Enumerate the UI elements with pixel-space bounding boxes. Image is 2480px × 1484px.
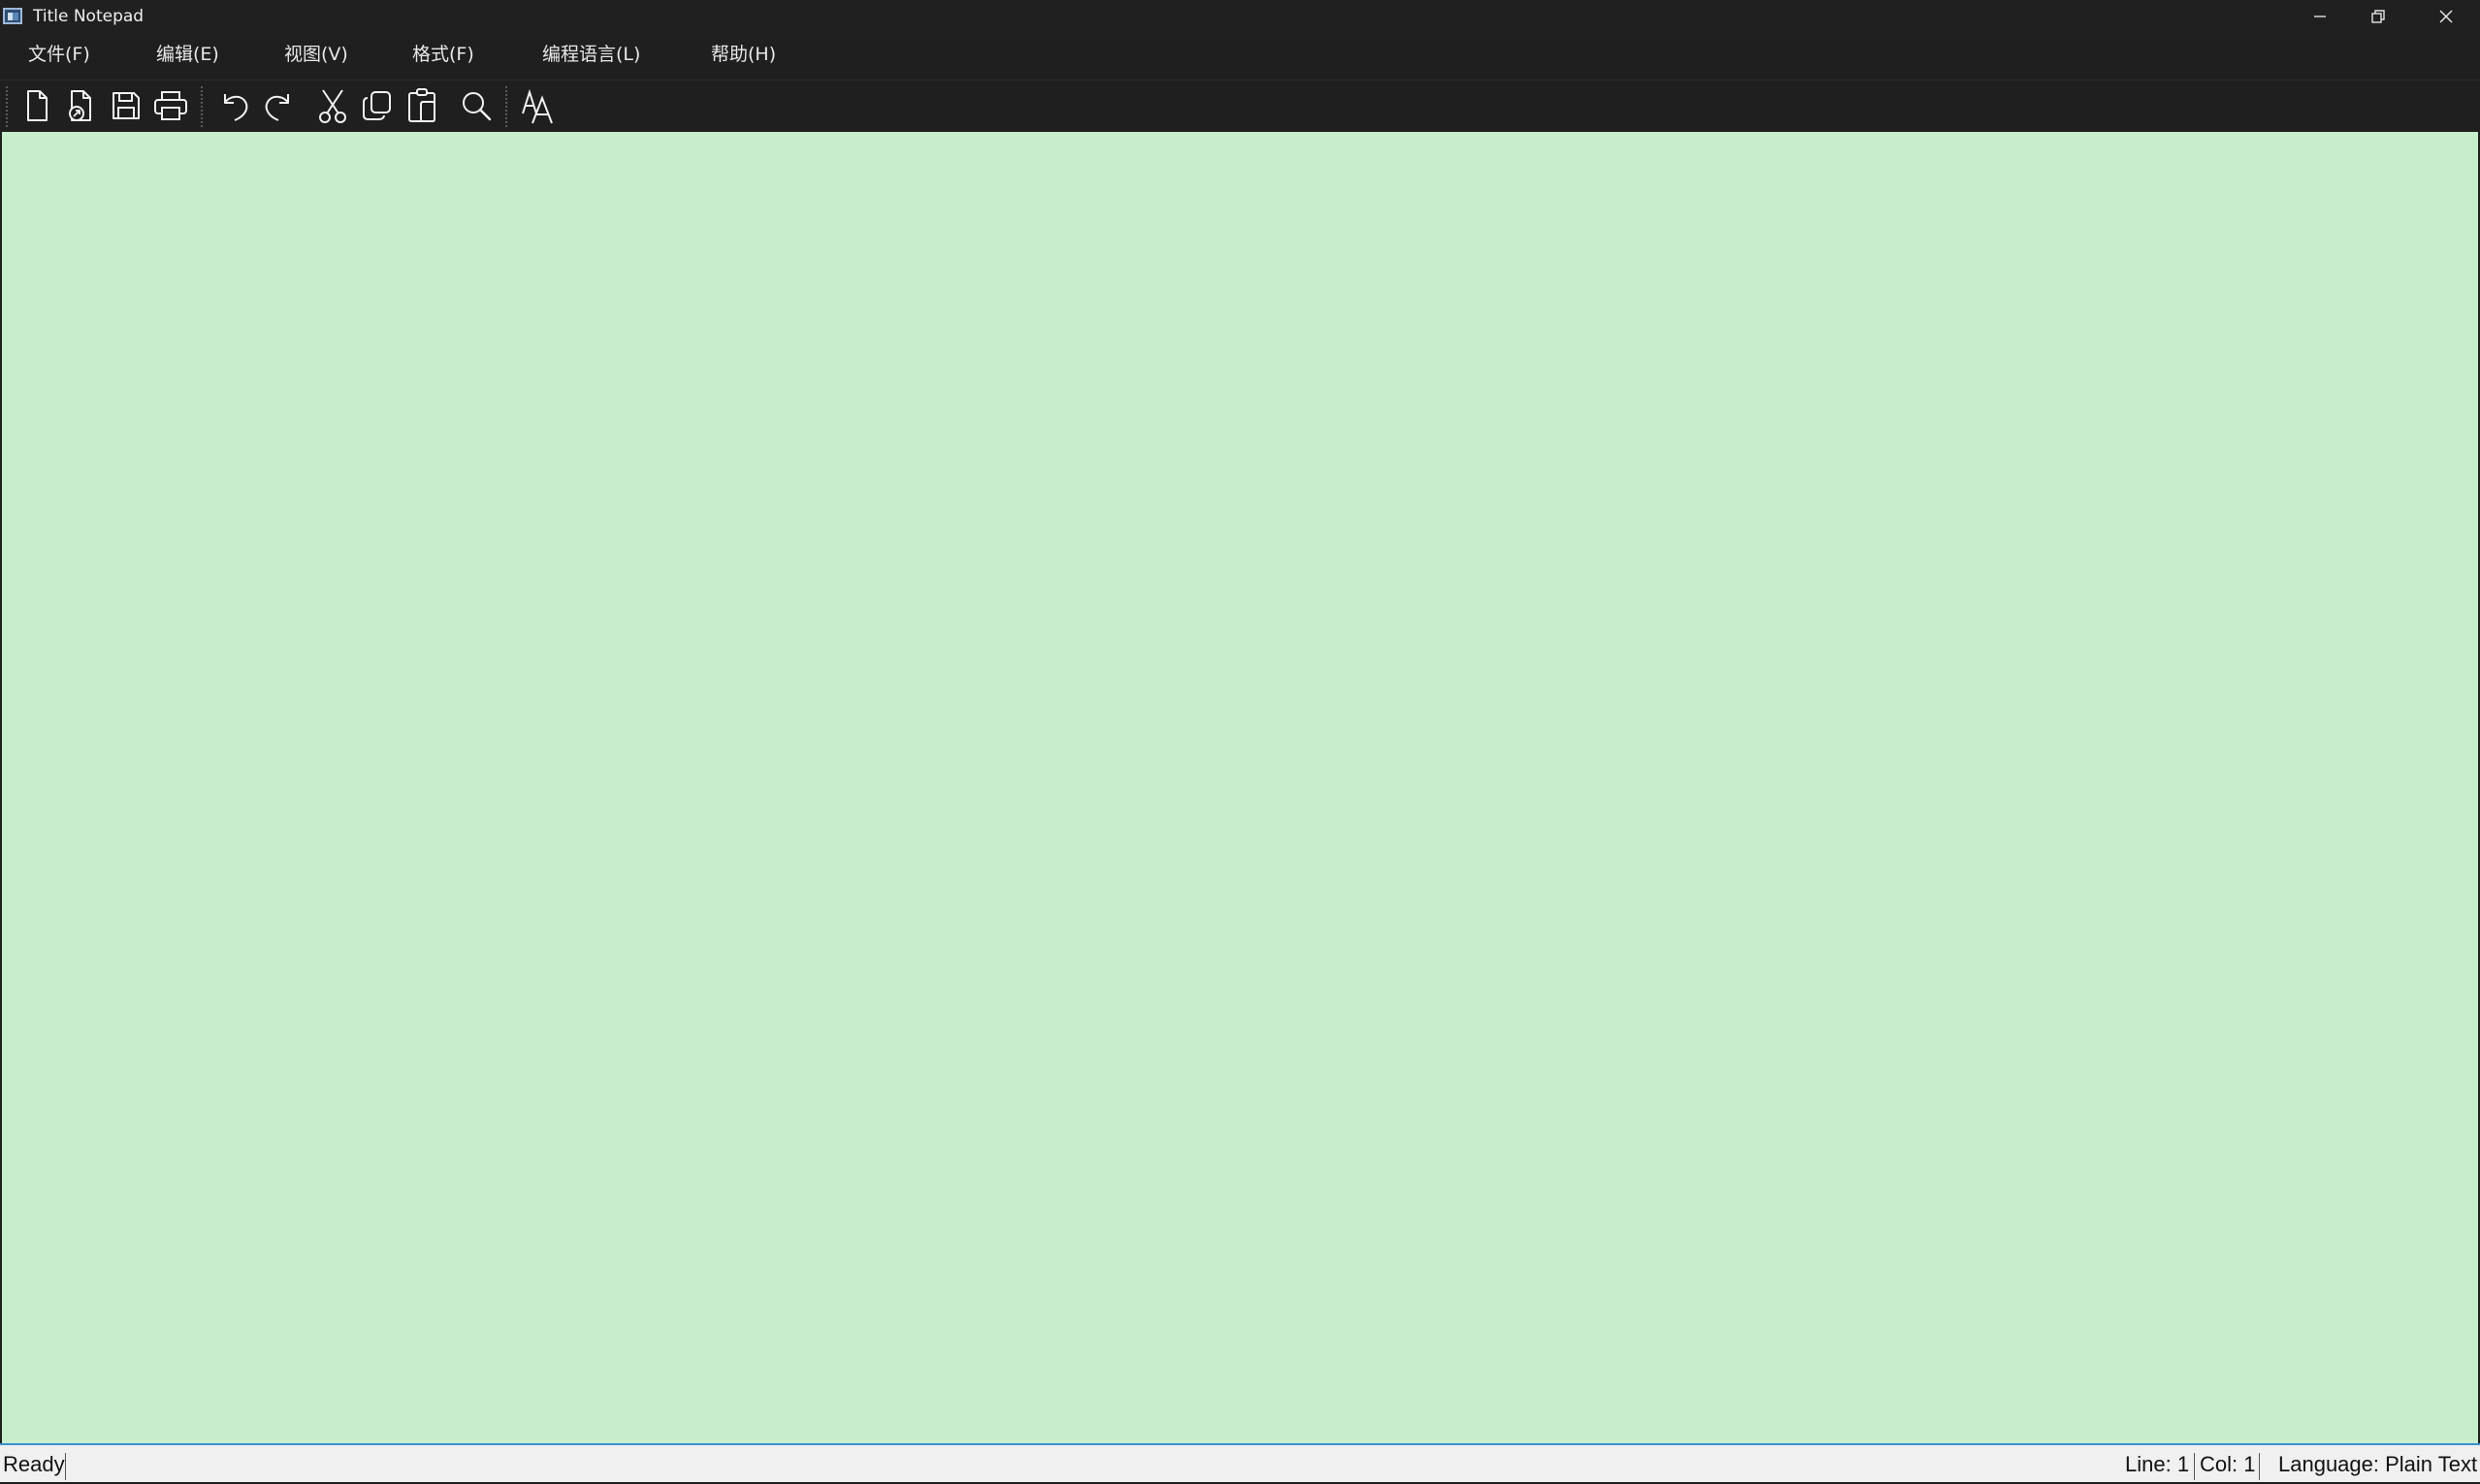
cut-button[interactable] xyxy=(311,84,354,127)
font-icon xyxy=(522,88,553,124)
search-button[interactable] xyxy=(455,84,498,127)
status-ready: Ready xyxy=(3,1452,65,1476)
redo-button[interactable] xyxy=(257,84,300,127)
toolbar-separator xyxy=(505,86,507,127)
title-bar[interactable]: Title Notepad xyxy=(0,0,2480,35)
notepad-window: Title Notepad 文件(F) 编辑(E) 视图(V) 格式(F) 编程… xyxy=(0,0,2480,1482)
status-bar: Ready Line: 1 Col: 1 Language: Plain Tex… xyxy=(0,1445,2480,1482)
new-file-icon xyxy=(27,90,48,121)
undo-button[interactable] xyxy=(213,84,256,127)
menu-edit[interactable]: 编辑(E) xyxy=(156,41,219,68)
copy-icon xyxy=(363,91,391,120)
status-col: Col: 1 xyxy=(2200,1452,2256,1476)
window-title: Title Notepad xyxy=(33,7,145,26)
save-button[interactable] xyxy=(105,84,147,127)
search-icon xyxy=(463,92,492,121)
status-line: Line: 1 xyxy=(2125,1452,2190,1476)
app-icon[interactable] xyxy=(3,8,22,24)
text-editor[interactable] xyxy=(2,132,2478,1443)
status-separator xyxy=(2259,1453,2260,1480)
cut-icon xyxy=(319,89,346,123)
toolbar-grip[interactable] xyxy=(6,86,8,127)
toolbar-separator xyxy=(201,86,203,127)
open-file-icon xyxy=(69,90,91,121)
close-button[interactable] xyxy=(2413,0,2479,33)
print-button[interactable] xyxy=(149,84,192,127)
status-separator xyxy=(65,1453,66,1480)
menu-format[interactable]: 格式(F) xyxy=(412,41,474,68)
minimize-button[interactable] xyxy=(2287,0,2353,33)
save-icon xyxy=(113,92,140,119)
restore-button[interactable] xyxy=(2345,0,2411,33)
menu-file[interactable]: 文件(F) xyxy=(28,41,90,68)
close-icon xyxy=(2439,10,2453,23)
minimize-icon xyxy=(2314,16,2326,17)
toolbar xyxy=(0,81,2480,131)
menu-help[interactable]: 帮助(H) xyxy=(711,41,776,68)
restore-icon xyxy=(2371,10,2385,23)
undo-icon xyxy=(224,94,248,121)
print-icon xyxy=(154,91,187,120)
paste-icon xyxy=(408,88,435,122)
menu-view[interactable]: 视图(V) xyxy=(284,41,348,68)
copy-button[interactable] xyxy=(356,84,399,127)
new-file-button[interactable] xyxy=(16,84,58,127)
editor-area[interactable] xyxy=(2,132,2478,1443)
menu-language[interactable]: 编程语言(L) xyxy=(542,41,640,68)
redo-icon xyxy=(265,94,289,121)
status-language: Language: Plain Text xyxy=(2278,1452,2478,1476)
open-file-button[interactable] xyxy=(58,84,101,127)
paste-button[interactable] xyxy=(402,84,444,127)
font-button[interactable] xyxy=(517,84,560,127)
status-separator xyxy=(2194,1453,2195,1480)
menu-bar: 文件(F) 编辑(E) 视图(V) 格式(F) 编程语言(L) 帮助(H) xyxy=(0,35,2480,81)
